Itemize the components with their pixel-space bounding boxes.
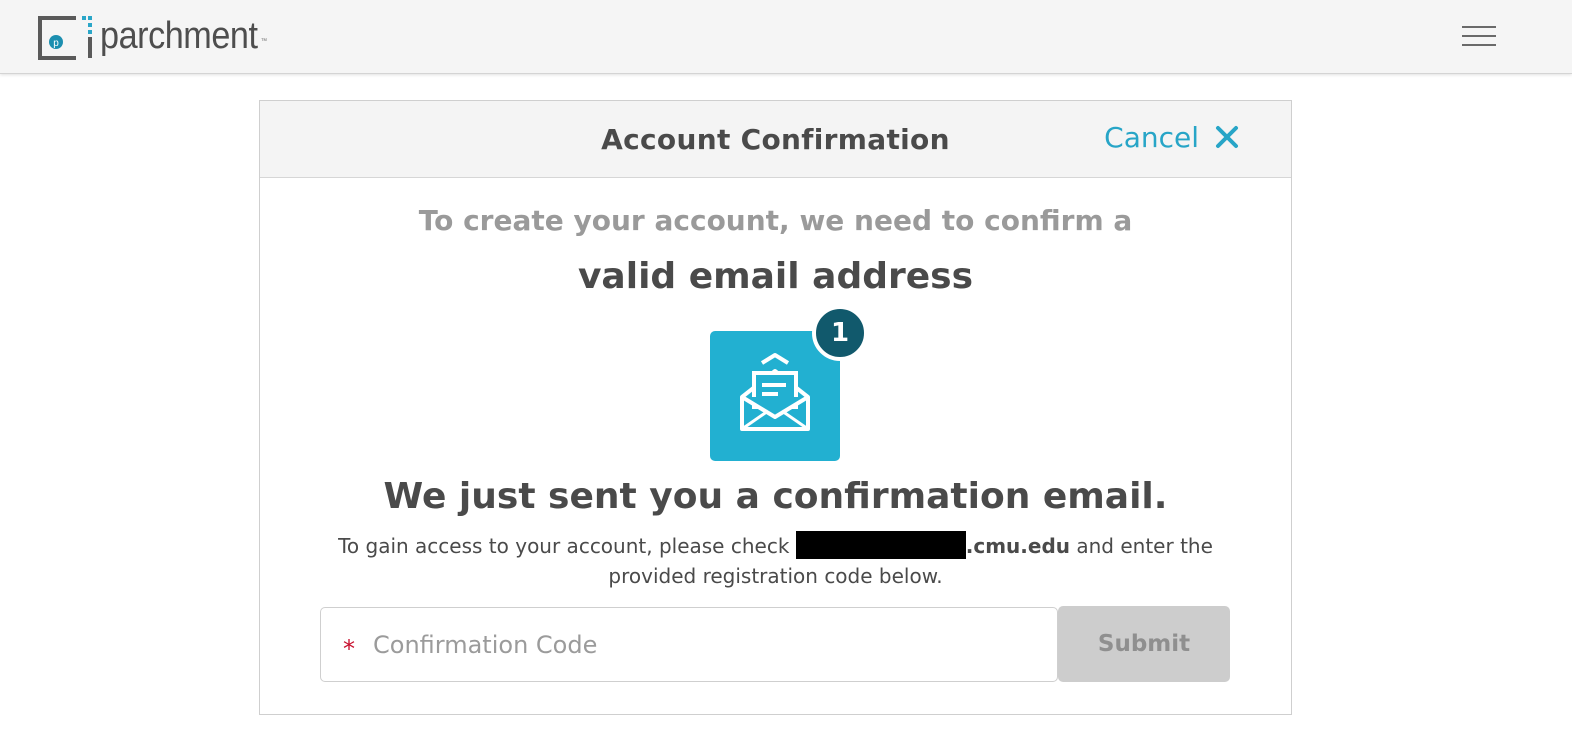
confirmation-sent-heading: We just sent you a confirmation email. xyxy=(383,476,1168,517)
intro-emphasis: valid email address xyxy=(577,256,974,297)
cancel-label: Cancel xyxy=(1104,121,1199,154)
cancel-button[interactable]: Cancel xyxy=(1104,121,1239,154)
intro-text: To create your account, we need to confi… xyxy=(418,204,1133,237)
instructions-text: To gain access to your account, please c… xyxy=(320,531,1231,591)
dialog-header: Account Confirmation Cancel xyxy=(260,101,1291,178)
brand-name: parchment xyxy=(100,15,258,57)
svg-text:p: p xyxy=(53,38,59,49)
notification-count-badge: 1 xyxy=(812,305,868,361)
confirmation-code-field[interactable]: * xyxy=(320,607,1058,682)
parchment-logo-mark: p xyxy=(38,14,92,60)
email-domain: .cmu.edu xyxy=(965,534,1071,558)
trademark-symbol: ™ xyxy=(260,38,267,45)
confirmation-code-input[interactable] xyxy=(371,629,1015,660)
parchment-wordmark: parchment ™ xyxy=(100,14,267,58)
account-confirmation-dialog: Account Confirmation Cancel To create yo… xyxy=(259,100,1292,715)
parchment-logo[interactable]: p parchment ™ xyxy=(38,14,275,60)
top-navigation-bar: p parchment ™ xyxy=(0,0,1572,74)
hamburger-menu-icon[interactable] xyxy=(1462,26,1496,48)
close-icon[interactable] xyxy=(1215,123,1239,148)
required-marker: * xyxy=(343,634,355,663)
submit-button[interactable]: Submit xyxy=(1058,606,1230,682)
redacted-email xyxy=(795,531,966,559)
instructions-before: To gain access to your account, please c… xyxy=(338,534,796,558)
